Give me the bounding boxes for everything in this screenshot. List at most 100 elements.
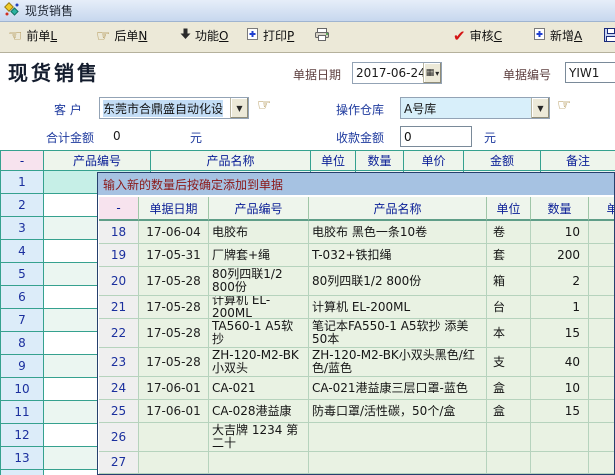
row-number-cell[interactable]: 6 xyxy=(1,286,44,309)
popup-cell-unit xyxy=(487,423,531,452)
popup-cell-date: 17-05-28 xyxy=(139,296,209,319)
row-number-cell[interactable]: 11 xyxy=(1,401,44,424)
popup-row[interactable]: 2417-06-01CA-021CA-021港益康三层口罩-蓝色盒10 xyxy=(99,377,615,400)
chevron-down-icon[interactable]: ▼ xyxy=(230,98,248,118)
row-number-cell[interactable]: 1 xyxy=(1,171,44,194)
row-number-cell[interactable] xyxy=(1,470,44,475)
main-grid-header: -产品编号产品名称单位数量单价金额备注 xyxy=(1,151,615,171)
row-number-cell[interactable]: 9 xyxy=(1,355,44,378)
popup-cell-qty: 15 xyxy=(531,319,589,348)
row-number-cell[interactable]: 5 xyxy=(1,263,44,286)
popup-cell-price xyxy=(589,452,615,474)
popup-cell-unit: 盒 xyxy=(487,400,531,423)
main-grid-header-cell: 单价 xyxy=(404,151,464,171)
popup-grid-header-cell: 数量 xyxy=(531,197,589,221)
row-number-cell[interactable]: 13 xyxy=(1,447,44,470)
doc-no-field[interactable]: YIW1 xyxy=(565,62,615,83)
popup-cell-date xyxy=(139,423,209,452)
total-amount-value: 0 xyxy=(113,129,121,143)
row-number-cell[interactable]: 8 xyxy=(1,332,44,355)
popup-cell-qty xyxy=(531,452,589,474)
row-number-cell[interactable]: 4 xyxy=(1,240,44,263)
popup-cell-no: 18 xyxy=(99,221,139,244)
popup-row[interactable]: 2517-06-01CA-028港益康防毒口罩/活性碳，50个/盒盒15 xyxy=(99,400,615,423)
app-icon xyxy=(4,2,20,20)
customer-combo[interactable]: 东莞市合鼎盛自动化设 ▼ xyxy=(99,97,249,119)
popup-cell-price xyxy=(589,400,615,423)
popup-cell-date: 17-06-01 xyxy=(139,400,209,423)
total-amount-label: 合计金额 xyxy=(46,129,94,146)
row-number-cell[interactable]: 7 xyxy=(1,309,44,332)
popup-row[interactable]: 26大吉牌 1234 第二十 xyxy=(99,423,615,452)
popup-grid-header-cell: 单价 xyxy=(589,197,615,221)
window-title: 现货销售 xyxy=(25,2,73,19)
popup-row[interactable]: 2217-05-28TA560-1 A5软抄笔记本FA550-1 A5软抄 添美… xyxy=(99,319,615,348)
popup-cell-name: T-032+铁扣绳 xyxy=(309,244,487,267)
row-number-cell[interactable]: 3 xyxy=(1,217,44,240)
popup-cell-date: 17-05-28 xyxy=(139,319,209,348)
main-grid-header-cell: 金额 xyxy=(464,151,541,171)
popup-cell-name: 电胶布 黑色一条10卷 xyxy=(309,221,487,244)
save-button[interactable] xyxy=(603,27,615,46)
popup-row[interactable]: 2017-05-2880列四联1/2 800份80列四联1/2 800份箱2 xyxy=(99,267,615,296)
popup-row[interactable]: 2117-05-28计算机 EL-200ML计算机 EL-200ML台1 xyxy=(99,296,615,319)
chevron-down-icon[interactable]: ▼ xyxy=(531,98,549,118)
doc-date-label: 单据日期 xyxy=(293,66,341,83)
hand-right-icon: ☞ xyxy=(96,29,110,43)
popup-row[interactable]: 2317-05-28ZH-120-M2-BK小双头ZH-120-M2-BK小双头… xyxy=(99,348,615,377)
popup-row[interactable]: 1817-06-04电胶布电胶布 黑色一条10卷卷10 xyxy=(99,221,615,244)
row-number-cell[interactable]: 2 xyxy=(1,194,44,217)
warehouse-browse-icon[interactable]: ☞ xyxy=(557,98,571,112)
audit-button[interactable]: ✔ 审核C xyxy=(453,27,502,44)
doc-no-label: 单据编号 xyxy=(503,66,551,83)
customer-browse-icon[interactable]: ☞ xyxy=(257,98,271,112)
popup-grid: -单据日期产品编号产品名称单位数量单价 1817-06-04电胶布电胶布 黑色一… xyxy=(99,197,615,474)
main-grid-header-cell: 单位 xyxy=(311,151,356,171)
popup-cell-code: CA-021 xyxy=(209,377,309,400)
total-amount-unit: 元 xyxy=(190,129,202,146)
popup-cell-qty: 200 xyxy=(531,244,589,267)
popup-cell-name: ZH-120-M2-BK小双头黑色/红色/蓝色 xyxy=(309,348,487,377)
app-window: 现货销售 ☜ 前单L ☞ 后单N 功能O 打印P xyxy=(0,0,615,475)
print-button[interactable]: 打印P xyxy=(246,27,294,44)
popup-cell-qty: 15 xyxy=(531,400,589,423)
add-button[interactable]: 新增A xyxy=(533,27,582,44)
next-doc-button[interactable]: ☞ 后单N xyxy=(96,27,147,44)
popup-cell-unit: 盒 xyxy=(487,377,531,400)
prev-doc-button[interactable]: ☜ 前单L xyxy=(8,27,57,44)
popup-cell-no: 23 xyxy=(99,348,139,377)
customer-label: 客 户 xyxy=(54,101,82,118)
popup-cell-date: 17-06-01 xyxy=(139,377,209,400)
popup-grid-header-cell: 产品编号 xyxy=(209,197,309,221)
popup-cell-no: 19 xyxy=(99,244,139,267)
receipt-amount-input[interactable] xyxy=(400,126,472,147)
row-number-cell[interactable]: 10 xyxy=(1,378,44,401)
functions-button[interactable]: 功能O xyxy=(180,27,228,44)
toolbar: ☜ 前单L ☞ 后单N 功能O 打印P xyxy=(0,22,615,53)
main-grid-header-cell: - xyxy=(1,151,44,171)
floppy-disk-icon xyxy=(603,27,615,46)
popup-cell-qty: 40 xyxy=(531,348,589,377)
popup-cell-code: 厂牌套+绳 xyxy=(209,244,309,267)
popup-cell-name: 防毒口罩/活性碳，50个/盒 xyxy=(309,400,487,423)
popup-cell-code: 电胶布 xyxy=(209,221,309,244)
product-history-popup: 输入新的数量后按确定添加到单据 -单据日期产品编号产品名称单位数量单价 1817… xyxy=(97,172,615,475)
doc-date-picker[interactable]: 2017-06-24 ▦▾ xyxy=(352,62,442,84)
popup-cell-date xyxy=(139,452,209,474)
new-page-icon xyxy=(246,27,259,44)
popup-cell-qty: 10 xyxy=(531,377,589,400)
popup-grid-header-cell: - xyxy=(99,197,139,221)
row-number-cell[interactable]: 12 xyxy=(1,424,44,447)
popup-row[interactable]: 27 xyxy=(99,452,615,474)
popup-cell-name: 80列四联1/2 800份 xyxy=(309,267,487,296)
printer-button[interactable] xyxy=(314,27,330,45)
calendar-dropdown-button[interactable]: ▦▾ xyxy=(423,63,441,83)
popup-cell-code xyxy=(209,452,309,474)
new-page-icon xyxy=(533,27,546,44)
customer-value: 东莞市合鼎盛自动化设 xyxy=(103,100,223,117)
popup-cell-price xyxy=(589,377,615,400)
popup-row[interactable]: 1917-05-31厂牌套+绳T-032+铁扣绳套200 xyxy=(99,244,615,267)
popup-cell-date: 17-06-04 xyxy=(139,221,209,244)
warehouse-combo[interactable]: A号库 ▼ xyxy=(400,97,550,119)
warehouse-label: 操作仓库 xyxy=(336,101,384,118)
